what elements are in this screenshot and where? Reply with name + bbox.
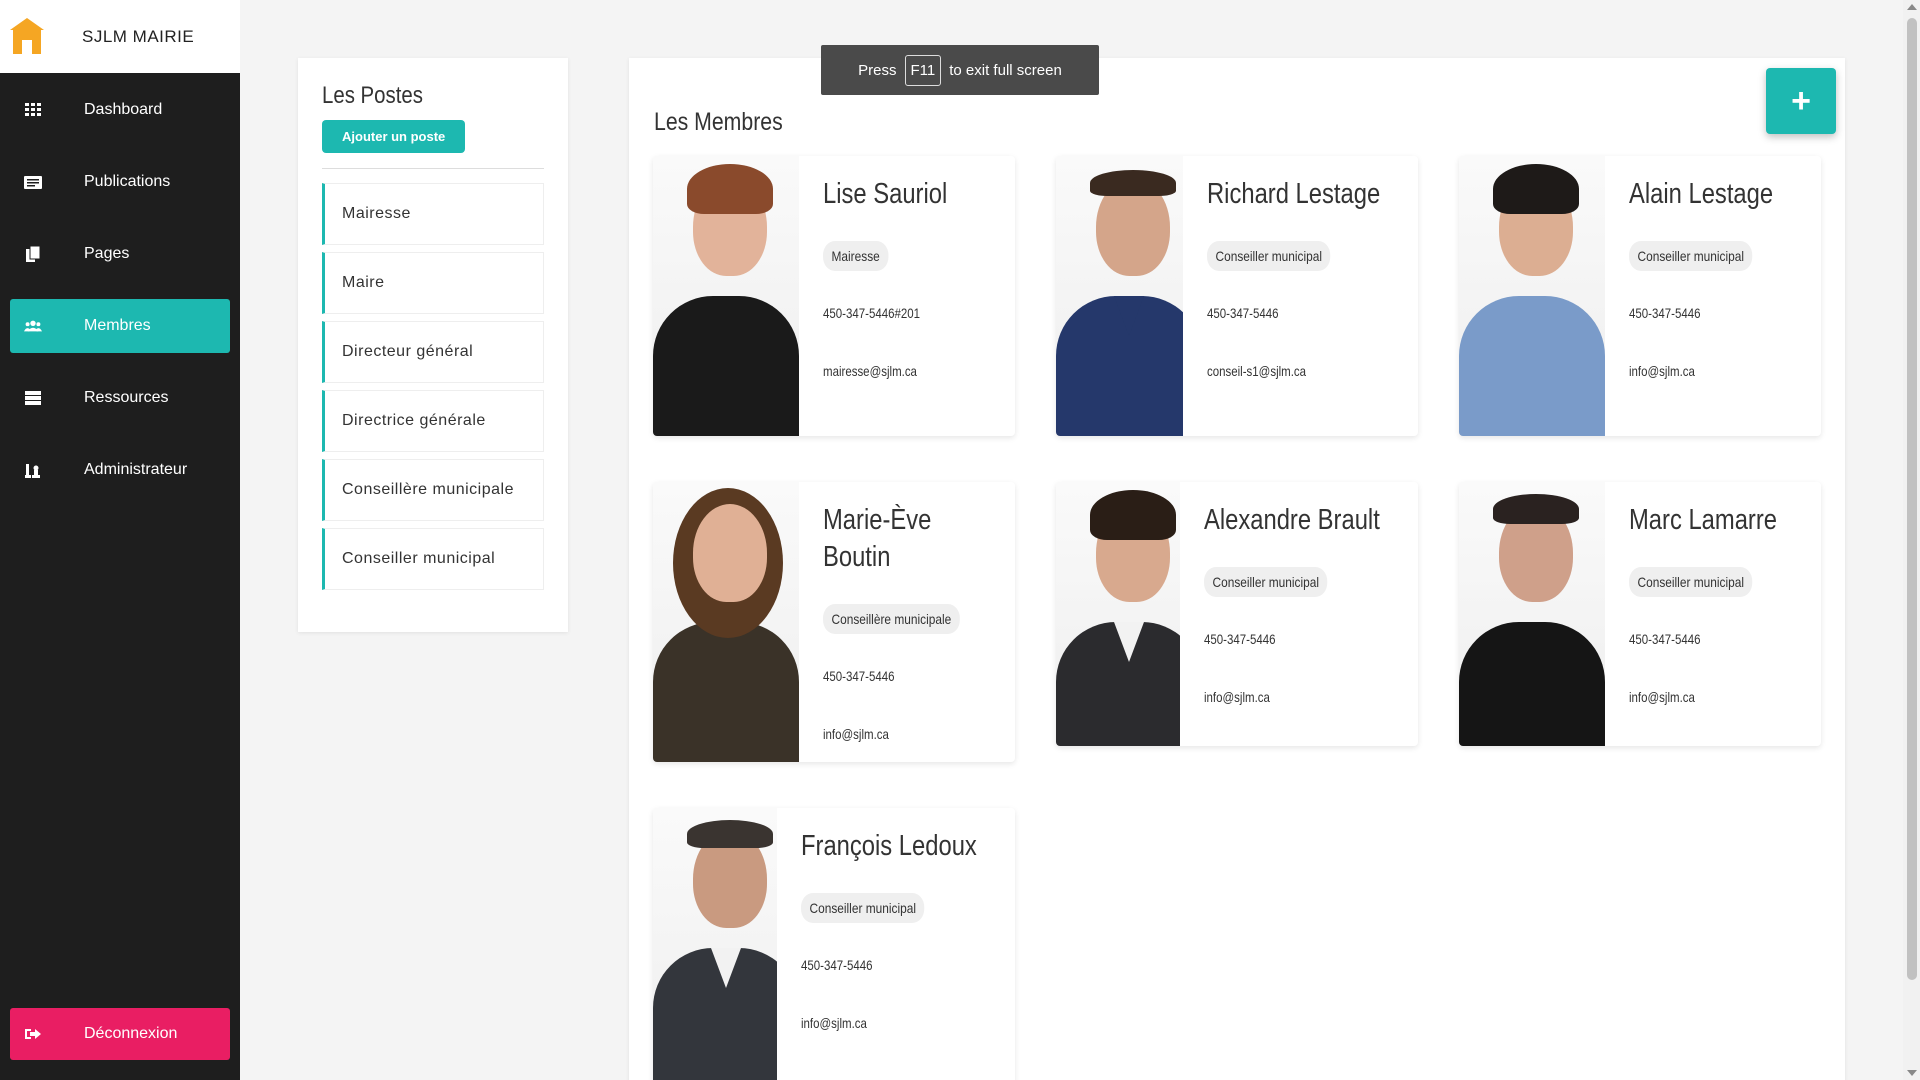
member-phone: 450-347-5446 xyxy=(823,668,895,684)
sidebar-item-publications[interactable]: Publications xyxy=(10,155,230,209)
divider xyxy=(322,168,544,169)
member-phone: 450-347-5446 xyxy=(1629,305,1701,321)
member-phone: 450-347-5446 xyxy=(800,957,873,973)
member-name: Alexandre Brault xyxy=(1203,504,1380,536)
member-photo xyxy=(1459,482,1605,746)
member-photo xyxy=(1056,482,1180,746)
sidebar-item-administrateur[interactable]: Administrateur xyxy=(10,443,230,497)
poste-item[interactable]: Conseillère municipale xyxy=(322,459,544,521)
member-name: Marc Lamarre xyxy=(1629,504,1778,536)
member-email: mairesse@sjlm.ca xyxy=(823,363,917,379)
poste-item[interactable]: Conseiller municipal xyxy=(322,528,544,590)
sidebar-item-pages[interactable]: Pages xyxy=(10,227,230,281)
member-role-badge: Conseiller municipal xyxy=(1629,241,1753,271)
member-email: info@sjlm.ca xyxy=(1629,689,1695,705)
member-email: info@sjlm.ca xyxy=(1203,689,1270,705)
member-phone: 450-347-5446 xyxy=(1206,305,1279,321)
member-email: info@sjlm.ca xyxy=(823,726,889,742)
sidebar-item-label: Membres xyxy=(84,317,151,334)
sidebar-item-label: Dashboard xyxy=(84,101,163,118)
grid-icon xyxy=(24,102,42,118)
chess-icon xyxy=(24,462,42,478)
member-card[interactable]: Marc Lamarre Conseiller municipal 450-34… xyxy=(1459,482,1821,746)
sidebar-item-label: Pages xyxy=(84,245,130,262)
copy-icon xyxy=(24,246,42,262)
scroll-down-icon[interactable] xyxy=(1907,1070,1917,1076)
member-name: Alain Lestage xyxy=(1629,178,1774,210)
member-card[interactable]: Alexandre Brault Conseiller municipal 45… xyxy=(1056,482,1418,746)
member-name: Richard Lestage xyxy=(1206,178,1380,210)
member-phone: 450-347-5446#201 xyxy=(823,305,921,321)
member-role-badge: Mairesse xyxy=(823,241,889,271)
server-icon xyxy=(24,390,42,406)
member-photo xyxy=(1459,156,1605,436)
toast-press: Press xyxy=(858,61,897,79)
toast-key: F11 xyxy=(904,54,942,86)
member-card[interactable]: Alain Lestage Conseiller municipal 450-3… xyxy=(1459,156,1821,436)
house-logo-icon xyxy=(10,17,44,56)
member-photo xyxy=(653,482,799,762)
add-member-button[interactable]: + xyxy=(1766,68,1836,134)
sidebar-item-ressources[interactable]: Ressources xyxy=(10,371,230,425)
member-role-badge: Conseiller municipal xyxy=(1629,567,1753,597)
member-name: Lise Sauriol xyxy=(823,178,948,210)
member-email: info@sjlm.ca xyxy=(1629,363,1695,379)
sidebar-item-dashboard[interactable]: Dashboard xyxy=(10,83,230,137)
membres-title: Les Membres xyxy=(654,108,783,136)
brand[interactable]: SJLM MAIRIE xyxy=(0,0,240,73)
sidebar-item-label: Ressources xyxy=(84,389,169,406)
logout-label: Déconnexion xyxy=(84,1025,178,1042)
member-role-badge: Conseiller municipal xyxy=(1203,567,1328,597)
member-card[interactable]: Marie-Ève Boutin Conseillère municipale … xyxy=(653,482,1015,762)
users-icon xyxy=(24,318,42,334)
sidebar-item-label: Administrateur xyxy=(84,461,188,478)
logout-button[interactable]: Déconnexion xyxy=(10,1008,230,1060)
sidebar-item-membres[interactable]: Membres xyxy=(10,299,230,353)
postes-title: Les Postes xyxy=(322,82,423,109)
member-role-badge: Conseillère municipale xyxy=(823,604,960,634)
membres-panel: Les Membres + Lise Sauriol Mairesse 450-… xyxy=(629,58,1845,1080)
fullscreen-toast: Press F11 to exit full screen xyxy=(821,45,1099,95)
member-email: info@sjlm.ca xyxy=(800,1015,867,1031)
scrollbar[interactable] xyxy=(1903,0,1920,1080)
member-photo xyxy=(653,156,799,436)
member-name: François Ledoux xyxy=(800,830,977,862)
sidebar-item-label: Publications xyxy=(84,173,171,190)
sidebar-nav: Dashboard Publications Pages Membres Res… xyxy=(0,83,240,497)
add-poste-button[interactable]: Ajouter un poste xyxy=(322,120,466,153)
member-card[interactable]: François Ledoux Conseiller municipal 450… xyxy=(653,808,1015,1080)
toast-text: to exit full screen xyxy=(949,61,1062,79)
poste-item[interactable]: Maire xyxy=(322,252,544,314)
member-phone: 450-347-5446 xyxy=(1203,631,1276,647)
brand-title: SJLM MAIRIE xyxy=(82,26,195,46)
member-photo xyxy=(1056,156,1183,436)
poste-item[interactable]: Directrice générale xyxy=(322,390,544,452)
member-role-badge: Conseiller municipal xyxy=(1206,241,1331,271)
poste-item[interactable]: Mairesse xyxy=(322,183,544,245)
scroll-up-icon[interactable] xyxy=(1907,4,1917,10)
member-email: conseil-s1@sjlm.ca xyxy=(1206,363,1306,379)
sign-out-icon xyxy=(24,1026,42,1042)
member-phone: 450-347-5446 xyxy=(1629,631,1701,647)
poste-item[interactable]: Directeur général xyxy=(322,321,544,383)
member-card[interactable]: Lise Sauriol Mairesse 450-347-5446#201 m… xyxy=(653,156,1015,436)
sidebar: SJLM MAIRIE Dashboard Publications Pages… xyxy=(0,0,240,1080)
postes-panel: Les Postes Ajouter un poste Mairesse Mai… xyxy=(298,58,568,632)
scrollbar-thumb[interactable] xyxy=(1907,18,1917,980)
member-role-badge: Conseiller municipal xyxy=(800,893,925,923)
newspaper-icon xyxy=(24,174,42,190)
member-card[interactable]: Richard Lestage Conseiller municipal 450… xyxy=(1056,156,1418,436)
member-photo xyxy=(653,808,777,1080)
member-name: Marie-Ève Boutin xyxy=(823,504,932,573)
